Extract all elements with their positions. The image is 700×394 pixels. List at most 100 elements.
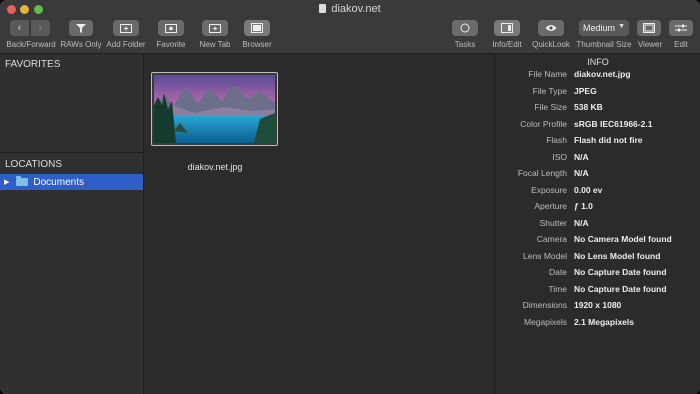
info-row: File Type JPEG	[495, 86, 700, 100]
edit-button[interactable]	[669, 20, 693, 36]
edit-label: Edit	[674, 40, 688, 49]
info-row: Shutter N/A	[495, 218, 700, 232]
browser-button[interactable]	[244, 20, 270, 36]
browser-icon	[251, 23, 263, 33]
disclosure-triangle-icon[interactable]: ▶	[4, 178, 9, 186]
info-value: N/A	[574, 217, 589, 228]
file-browser: diakov.net.jpg	[144, 54, 493, 394]
info-key: Megapixels	[524, 316, 567, 327]
info-value: 1920 x 1080	[574, 300, 622, 310]
info-row: Time No Capture Date found	[495, 284, 700, 298]
new-tab-icon	[209, 24, 221, 33]
quicklook-button[interactable]	[538, 20, 564, 36]
info-key: Color Profile	[520, 118, 567, 129]
folder-icon	[16, 176, 29, 186]
sidebar-item-label: Documents	[33, 176, 84, 188]
info-value: No Lens Model found	[574, 250, 661, 261]
toolbar: diakov.net ‹ › Back/Forward RAWs Only Ad…	[0, 0, 700, 54]
chevron-right-icon: ›	[38, 22, 43, 34]
chevron-left-icon: ‹	[17, 22, 22, 34]
info-key: Exposure	[531, 184, 567, 195]
filter-icon	[76, 23, 86, 33]
info-row: ISO N/A	[495, 152, 700, 166]
info-value: 538 KB	[574, 102, 603, 112]
new-tab-button[interactable]	[202, 20, 228, 36]
browser-label: Browser	[242, 40, 272, 49]
info-key: Date	[549, 267, 567, 277]
add-folder-label: Add Folder	[106, 40, 146, 49]
info-key: File Name	[528, 69, 567, 79]
back-button[interactable]: ‹	[10, 20, 29, 36]
viewer-icon	[643, 23, 655, 33]
app-window: diakov.net ‹ › Back/Forward RAWs Only Ad…	[0, 0, 700, 394]
tasks-icon	[460, 23, 470, 33]
tasks-button[interactable]	[452, 20, 478, 36]
file-name-label[interactable]: diakov.net.jpg	[144, 162, 286, 172]
info-value: ƒ 1.0	[574, 201, 593, 211]
raws-only-label: RAWs Only	[60, 40, 102, 49]
favorite-folder-icon	[165, 24, 177, 33]
sidebar: FAVORITES LOCATIONS ▶ Documents	[0, 54, 144, 394]
quicklook-label: QuickLook	[532, 40, 570, 49]
thumbnail-size-label: Thumbnail Size	[576, 40, 632, 49]
info-row: Lens Model No Lens Model found	[495, 251, 700, 265]
tasks-label: Tasks	[454, 40, 476, 49]
info-key: Camera	[536, 234, 567, 244]
info-value: N/A	[574, 151, 589, 162]
window-title: diakov.net	[0, 3, 700, 15]
info-panel-icon	[501, 23, 513, 33]
viewer-label: Viewer	[637, 40, 663, 49]
info-key: Flash	[546, 135, 567, 145]
info-value: diakov.net.jpg	[574, 69, 631, 79]
back-forward-label: Back/Forward	[6, 40, 56, 49]
info-key: Time	[548, 283, 567, 294]
info-edit-label: Info/Edit	[492, 40, 522, 49]
favorite-button[interactable]	[158, 20, 184, 36]
sidebar-item-documents[interactable]: ▶ Documents	[0, 174, 143, 190]
info-value: 0.00 ev	[574, 184, 603, 195]
info-value: Flash did not fire	[574, 135, 643, 145]
info-row: Color Profile sRGB IEC61966-2.1	[495, 119, 700, 133]
info-row: Exposure 0.00 ev	[495, 185, 700, 199]
favorites-heading: FAVORITES	[5, 59, 61, 70]
thumbnail-size-value: Medium	[583, 23, 616, 33]
info-value: sRGB IEC61966-2.1	[574, 118, 653, 129]
favorite-label: Favorite	[156, 40, 186, 49]
info-key: ISO	[552, 151, 567, 162]
info-key: File Size	[534, 102, 567, 112]
info-key: Focal Length	[517, 168, 567, 178]
info-key: Lens Model	[523, 250, 567, 261]
thumbnail-size-select[interactable]: Medium ▼	[579, 20, 629, 36]
info-value: No Capture Date found	[574, 283, 667, 294]
info-row: File Size 538 KB	[495, 102, 700, 116]
raws-only-button[interactable]	[69, 20, 93, 36]
add-folder-button[interactable]	[113, 20, 139, 36]
landscape-thumbnail-image	[154, 75, 275, 143]
new-tab-label: New Tab	[199, 40, 231, 49]
file-thumbnail[interactable]	[151, 72, 278, 146]
forward-button[interactable]: ›	[31, 20, 50, 36]
info-row: Aperture ƒ 1.0	[495, 201, 700, 215]
info-key: File Type	[532, 85, 567, 96]
info-row: Camera No Camera Model found	[495, 234, 700, 248]
info-value: 2.1 Megapixels	[574, 316, 635, 327]
chevron-down-icon: ▼	[618, 23, 625, 30]
info-key: Dimensions	[522, 300, 567, 310]
info-row: Flash Flash did not fire	[495, 135, 700, 149]
info-heading: INFO	[587, 57, 609, 67]
info-value: JPEG	[574, 85, 597, 96]
info-row: Dimensions 1920 x 1080	[495, 300, 700, 314]
info-value: No Camera Model found	[574, 234, 672, 244]
info-value: N/A	[574, 168, 589, 178]
info-value: No Capture Date found	[574, 267, 667, 277]
info-edit-button[interactable]	[494, 20, 520, 36]
sidebar-divider	[0, 152, 143, 153]
info-key: Aperture	[534, 201, 567, 211]
eye-icon	[545, 25, 557, 31]
viewer-button[interactable]	[637, 20, 661, 36]
info-key: Shutter	[539, 217, 567, 228]
locations-heading: LOCATIONS	[5, 159, 63, 170]
info-row: Date No Capture Date found	[495, 267, 700, 281]
add-folder-icon	[120, 24, 132, 33]
info-panel: INFO File Name diakov.net.jpg File Type JPE…	[494, 54, 700, 394]
